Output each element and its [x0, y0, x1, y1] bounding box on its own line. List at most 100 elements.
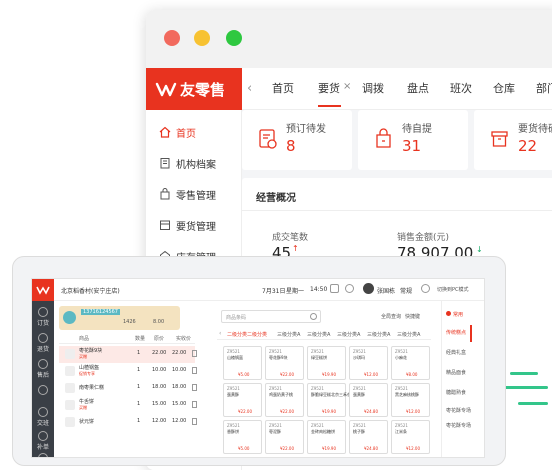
subcat-tab[interactable]: 三级分类A [397, 331, 420, 338]
active-tab-indicator [318, 105, 341, 107]
nav-return[interactable]: 退货 [32, 331, 54, 355]
product-grid: Z9521 山楂锅盔 ¥5.00 Z9521 枣花酥9块 ¥22.00 Z9521 绿豆糕饼 ¥… [223, 346, 433, 458]
subcat-tab-active[interactable]: 二级分类二级分类 [227, 331, 267, 338]
category-item[interactable]: 经典礼盒 [442, 345, 472, 362]
subcat-tab[interactable]: 三级分类A [277, 331, 300, 338]
product-card[interactable]: Z9521 [307, 457, 346, 458]
tab-home[interactable]: 首页 [272, 68, 294, 110]
minimize-window-button[interactable] [194, 30, 210, 46]
close-window-button[interactable] [164, 30, 180, 46]
product-card[interactable]: Z9521 [391, 457, 430, 458]
category-item[interactable]: 糖醋熟食 [442, 385, 472, 402]
category-item-active[interactable]: 传统糕点 [442, 325, 472, 342]
delete-icon[interactable] [192, 418, 197, 425]
nav-order[interactable]: 订货 [32, 305, 54, 329]
product-name: 酥脆绿豆糕北京三禾杂 [311, 392, 351, 397]
shortcut-link[interactable]: 快捷键 [405, 313, 420, 320]
product-code: Z9521 [395, 423, 408, 428]
product-card[interactable]: Z9521 绿豆糕饼 ¥19.90 [307, 346, 346, 380]
tab-requisition[interactable]: 要货 [318, 68, 340, 110]
product-card[interactable]: Z9521 小麻花 ¥8.00 [391, 346, 430, 380]
nav-supplement[interactable]: 补单 [32, 429, 54, 453]
cart-item-paid: 22.00 [172, 350, 187, 356]
product-card[interactable]: Z9521 蛋黄酥 ¥24.80 [349, 383, 388, 417]
subcat-tab[interactable]: 三级分类A [307, 331, 330, 338]
sidebar-item-label: 首页 [176, 129, 196, 140]
scan-icon[interactable] [310, 313, 317, 320]
cart-row[interactable]: 山楂锅盔 促销专享 1 10.00 10.00 [59, 363, 195, 380]
product-card[interactable]: Z9521 江米条 ¥12.00 [391, 420, 430, 454]
product-code: Z9521 [227, 349, 240, 354]
cart-row[interactable]: 南枣果仁糕 1 18.00 18.00 [59, 380, 195, 397]
search-input[interactable]: 商品条码 [221, 310, 321, 323]
product-name: 蛋黄酥 [353, 392, 365, 397]
delete-icon[interactable] [192, 350, 197, 357]
delete-icon[interactable] [192, 367, 197, 374]
trend-down-icon: ↓ [476, 245, 483, 254]
product-price: ¥5.00 [238, 372, 250, 377]
product-card[interactable]: Z9521 桃子酥 ¥24.80 [349, 420, 388, 454]
stat-card-confirm[interactable]: 要货待确认 22 [474, 110, 552, 170]
product-name: 沙琪玛 [353, 355, 365, 360]
product-card[interactable]: Z9521 香酥饼 ¥5.00 [223, 420, 262, 454]
subcat-tab[interactable]: 三级分类A [337, 331, 360, 338]
message-icon[interactable] [330, 284, 339, 293]
product-card[interactable]: Z9521 金砖肉松糖饼 ¥19.90 [307, 420, 346, 454]
product-card[interactable]: Z9521 沙琪玛 ¥12.00 [349, 346, 388, 380]
stat-label: 预订待发 [286, 124, 326, 135]
switch-pc-mode[interactable]: 切换到PC模式 [437, 286, 469, 293]
product-name: 山楂锅盔 [227, 355, 243, 360]
product-card[interactable]: Z9521 黑芝麻核桃酥 ¥12.00 [391, 383, 430, 417]
product-card[interactable]: Z9521 [223, 457, 262, 458]
tab-department[interactable]: 部门 [536, 68, 552, 110]
sidebar-item-organization[interactable]: 机构档案 [146, 147, 242, 178]
product-card[interactable]: Z9521 山楂锅盔 ¥5.00 [223, 346, 262, 380]
delete-icon[interactable] [192, 401, 197, 408]
product-thumb [65, 383, 75, 393]
category-item[interactable]: 枣花酥专场 [442, 418, 472, 435]
tab-inventory-check[interactable]: 盘点 [407, 68, 429, 110]
global-search-link[interactable]: 全局查询 [381, 313, 401, 320]
product-card[interactable]: Z9521 酥脆绿豆糕北京三禾杂 ¥19.90 [307, 383, 351, 417]
product-card[interactable]: Z9521 枣泥酥 ¥22.00 [265, 420, 304, 454]
product-card[interactable]: Z9521 枣花酥9块 ¥22.00 [265, 346, 304, 380]
subcat-tab[interactable]: 三级分类A [367, 331, 390, 338]
cart-item-price: 10.00 [152, 367, 167, 373]
category-item[interactable]: 精品面食 [442, 365, 472, 382]
member-phone: 13716124567 [81, 309, 120, 315]
shift-select[interactable]: 常规 [400, 286, 412, 295]
tabs-scroll-left-icon[interactable]: ‹ [247, 81, 252, 96]
cart-item-name: 状元饼 [79, 419, 95, 425]
category-common[interactable]: 常用 [442, 309, 472, 321]
cart-row[interactable]: 牛舌饼 买赠 1 15.00 15.00 [59, 397, 195, 414]
nav-item[interactable] [32, 383, 54, 407]
delete-icon[interactable] [192, 384, 197, 391]
cart-row[interactable]: 状元饼 1 12.00 12.00 [59, 414, 195, 431]
cart-panel: 13716124567 1426 8.00 商品 数量 原价 实收价 枣花酥9块… [59, 306, 210, 457]
product-price: ¥12.00 [406, 446, 420, 451]
product-card[interactable]: Z9521 [349, 457, 388, 458]
cart-item-paid: 12.00 [172, 418, 187, 424]
product-card[interactable]: Z9521 [265, 457, 304, 458]
product-card[interactable]: Z9521 蛋黄酥 ¥22.00 [223, 383, 262, 417]
sidebar-item-label: 要货管理 [176, 222, 216, 233]
sidebar-item-requisition[interactable]: 要货管理 [146, 209, 242, 240]
sidebar-item-home[interactable]: 首页 [146, 116, 242, 147]
nav-handover[interactable]: 交班 [32, 405, 54, 429]
product-card[interactable]: Z9521 鸡蛋奶黄子桃 ¥22.00 [265, 383, 304, 417]
nav-aftersale[interactable]: 售后 [32, 357, 54, 381]
sidebar-item-retail[interactable]: 零售管理 [146, 178, 242, 209]
stat-card-preorder[interactable]: 预订待发 8 [242, 110, 352, 170]
product-code: Z9521 [395, 349, 408, 354]
tab-transfer[interactable]: 调拨 [362, 68, 384, 110]
stat-card-pickup[interactable]: 待自提 31 [358, 110, 468, 170]
tab-close-icon[interactable]: × [343, 81, 351, 92]
printer-icon[interactable] [345, 284, 354, 293]
member-card[interactable]: 13716124567 1426 8.00 [59, 306, 180, 330]
tab-warehouse[interactable]: 仓库 [493, 68, 515, 110]
cart-row[interactable]: 枣花酥9块 买赠 1 22.00 22.00 [59, 346, 195, 363]
settings-icon[interactable] [421, 284, 430, 293]
tab-shift[interactable]: 班次 [450, 68, 472, 110]
maximize-window-button[interactable] [226, 30, 242, 46]
subcat-scroll-left-icon[interactable]: ‹ [219, 330, 221, 337]
